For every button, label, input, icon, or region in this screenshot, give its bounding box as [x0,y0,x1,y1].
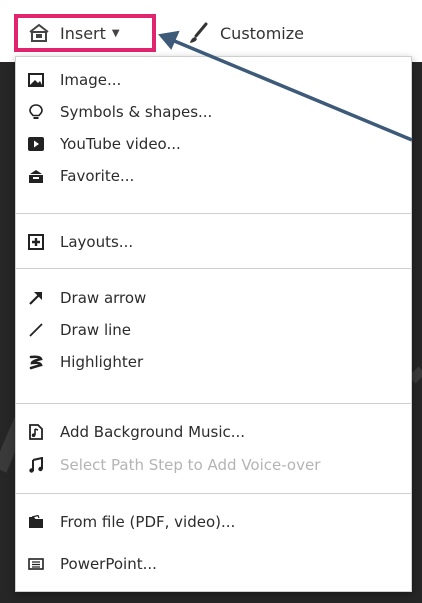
menu-item-label: Highlighter [60,353,144,371]
menu-item-highlighter[interactable]: Highlighter [16,347,411,377]
menu-item-layouts[interactable]: Layouts... [16,227,411,257]
customize-button[interactable]: Customize [188,20,304,46]
menu-item-label: YouTube video... [60,135,181,153]
menu-item-label: Symbols & shapes... [60,103,213,121]
powerpoint-icon [28,556,44,572]
menu-item-label: PowerPoint... [60,555,157,573]
draw-arrow-icon [28,290,44,306]
menu-item-from-file[interactable]: From file (PDF, video)... [16,507,411,537]
chevron-down-icon: ▼ [111,27,120,39]
brush-icon [188,22,210,44]
menu-item-label: Select Path Step to Add Voice-over [60,456,321,474]
layouts-icon [28,234,44,250]
image-icon [28,72,44,88]
insert-label: Insert [60,23,106,43]
menu-item-label: Image... [60,71,122,89]
menu-item-symbols-shapes[interactable]: Symbols & shapes... [16,97,411,127]
menu-item-add-background-music[interactable]: Add Background Music... [16,417,411,447]
lightbulb-icon [28,104,44,120]
insert-dropdown-menu: Image... Symbols & shapes... YouTube vid… [15,56,412,592]
menu-item-label: Layouts... [60,233,134,251]
menu-item-add-voice-over: Select Path Step to Add Voice-over [16,450,411,480]
menu-item-image[interactable]: Image... [16,65,411,95]
menu-divider [16,268,411,269]
folder-icon [28,514,44,530]
menu-item-label: Add Background Music... [60,423,246,441]
menu-divider [16,213,411,214]
menu-item-favorite[interactable]: Favorite... [16,161,411,191]
menu-item-label: Favorite... [60,167,135,185]
music-file-icon [28,424,44,440]
menu-item-youtube-video[interactable]: YouTube video... [16,129,411,159]
menu-item-draw-line[interactable]: Draw line [16,315,411,345]
menu-item-label: Draw line [60,321,132,339]
draw-line-icon [28,322,44,338]
menu-divider [16,493,411,494]
customize-label: Customize [220,23,304,43]
menu-item-draw-arrow[interactable]: Draw arrow [16,283,411,313]
insert-icon [28,23,50,43]
top-toolbar: Insert ▼ Customize [0,0,422,62]
youtube-icon [28,136,44,152]
menu-item-label: Draw arrow [60,289,147,307]
insert-button[interactable]: Insert ▼ [14,14,156,52]
highlighter-icon [28,354,44,370]
menu-item-powerpoint[interactable]: PowerPoint... [16,549,411,579]
menu-item-label: From file (PDF, video)... [60,513,236,531]
menu-divider [16,403,411,404]
music-note-icon [28,457,44,473]
favorite-icon [28,168,44,184]
